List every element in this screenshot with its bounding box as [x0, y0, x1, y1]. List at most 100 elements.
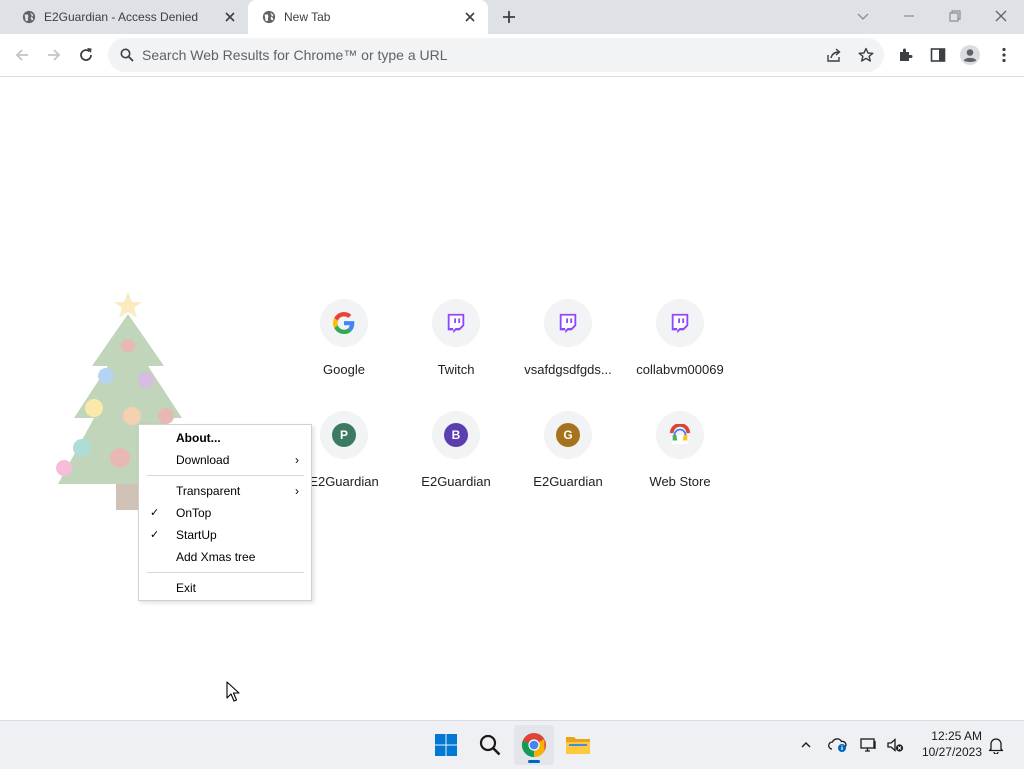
extensions-button[interactable] [894, 43, 918, 67]
twitch-icon [559, 313, 577, 334]
speaker-muted-icon [887, 738, 904, 752]
globe-icon [262, 10, 276, 24]
shortcut-label: vsafdgsdfgds... [524, 362, 612, 377]
shortcut-icon-circle [544, 299, 592, 347]
tab-search-chevron-icon[interactable] [852, 6, 874, 26]
reload-icon [80, 48, 92, 61]
menu-item-label: Transparent [176, 484, 241, 498]
tab-e2guardian[interactable]: E2Guardian - Access Denied [8, 0, 248, 34]
menu-item-transparent[interactable]: Transparent › [139, 480, 311, 502]
menu-item-download[interactable]: Download › [139, 449, 311, 471]
globe-icon [22, 10, 36, 24]
clock-date: 10/27/2023 [921, 745, 982, 759]
google-g-icon [333, 312, 355, 334]
shortcut-tile[interactable]: Twitch [400, 299, 512, 411]
minimize-icon[interactable] [898, 6, 920, 26]
shortcut-icon-circle [320, 299, 368, 347]
network-tray-button[interactable] [859, 735, 879, 755]
taskbar-clock[interactable]: 12:25 AM 10/27/2023 [914, 728, 982, 760]
shortcut-label: collabvm00069 [636, 362, 724, 377]
letter-avatar-icon: B [444, 423, 468, 447]
search-icon [479, 734, 501, 756]
share-icon[interactable] [826, 47, 842, 63]
search-icon [120, 48, 134, 62]
network-monitor-icon [860, 738, 876, 752]
menu-item-exit[interactable]: Exit [139, 577, 311, 599]
side-panel-icon [930, 48, 946, 62]
menu-item-label: Add Xmas tree [176, 550, 256, 564]
letter-avatar-icon: P [332, 423, 356, 447]
menu-item-about[interactable]: About... [139, 427, 311, 449]
notifications-button[interactable] [986, 735, 1006, 755]
shortcut-label: E2Guardian [533, 474, 603, 489]
browser-toolbar: Search Web Results for Chrome™ or type a… [0, 34, 1024, 77]
shortcut-icon-circle: P [320, 411, 368, 459]
clock-time: 12:25 AM [931, 729, 982, 743]
shortcut-icon-circle [656, 411, 704, 459]
close-window-icon[interactable] [990, 6, 1012, 26]
chevron-up-icon [801, 742, 811, 748]
puzzle-piece-icon [900, 48, 913, 61]
letter-avatar-icon: G [556, 423, 580, 447]
menu-item-label: StartUp [176, 528, 217, 542]
menu-separator [147, 572, 304, 573]
onedrive-tray-button[interactable] [828, 735, 848, 755]
active-app-indicator [528, 760, 540, 763]
menu-item-ontop[interactable]: ✓ OnTop [139, 502, 311, 524]
reload-button[interactable] [74, 43, 98, 67]
chrome-logo-icon [521, 733, 546, 757]
shortcut-tile[interactable]: Web Store [624, 411, 736, 523]
back-arrow-icon [15, 49, 28, 61]
avatar-icon [960, 45, 980, 65]
shortcut-icon-circle [656, 299, 704, 347]
shortcut-tile[interactable]: G E2Guardian [512, 411, 624, 523]
bookmark-star-icon[interactable] [858, 47, 874, 63]
tab-title: New Tab [284, 10, 331, 24]
close-icon[interactable] [222, 9, 238, 25]
menu-item-startup[interactable]: ✓ StartUp [139, 524, 311, 546]
submenu-arrow-icon: › [295, 484, 299, 498]
start-button[interactable] [426, 725, 466, 765]
menu-item-label: Exit [176, 581, 197, 595]
restore-icon[interactable] [944, 6, 966, 26]
menu-separator [147, 475, 304, 476]
taskbar-file-explorer-button[interactable] [558, 725, 598, 765]
checkmark-icon: ✓ [150, 529, 160, 541]
submenu-arrow-icon: › [295, 453, 299, 467]
chrome-web-store-icon [669, 424, 691, 445]
back-button[interactable] [10, 43, 34, 67]
kebab-menu-icon [1002, 47, 1006, 63]
omnibox[interactable]: Search Web Results for Chrome™ or type a… [108, 38, 884, 72]
windows-logo-icon [435, 734, 457, 756]
shortcut-icon-circle [432, 299, 480, 347]
shortcut-tile[interactable]: B E2Guardian [400, 411, 512, 523]
shortcut-tile[interactable]: Google [288, 299, 400, 411]
tab-new-tab[interactable]: New Tab [248, 0, 488, 34]
profile-button[interactable] [958, 43, 982, 67]
taskbar-search-button[interactable] [470, 725, 510, 765]
menu-item-label: About... [176, 431, 221, 445]
chrome-menu-button[interactable] [992, 43, 1016, 67]
new-tab-plus-icon[interactable] [500, 8, 518, 26]
twitch-icon [671, 313, 689, 334]
shortcut-label: E2Guardian [421, 474, 491, 489]
shortcut-label: Google [323, 362, 365, 377]
volume-tray-button[interactable] [885, 735, 905, 755]
tab-strip: E2Guardian - Access Denied New Tab [0, 0, 1024, 34]
cloud-info-icon [828, 738, 847, 752]
shortcut-tile[interactable]: collabvm00069 [624, 299, 736, 411]
close-icon[interactable] [462, 9, 478, 25]
show-hidden-icons-chevron[interactable] [796, 735, 816, 755]
shortcut-icon-circle: G [544, 411, 592, 459]
mouse-cursor-icon [226, 681, 240, 702]
checkmark-icon: ✓ [150, 507, 160, 519]
menu-item-add-xmas-tree[interactable]: Add Xmas tree [139, 546, 311, 568]
tab-title: E2Guardian - Access Denied [44, 10, 199, 24]
taskbar-chrome-button[interactable] [514, 725, 554, 765]
menu-item-label: OnTop [176, 506, 212, 520]
omnibox-placeholder: Search Web Results for Chrome™ or type a… [142, 47, 448, 63]
forward-button[interactable] [42, 43, 66, 67]
shortcut-tile[interactable]: vsafdgsdfgds... [512, 299, 624, 411]
side-panel-button[interactable] [926, 43, 950, 67]
folder-icon [566, 737, 590, 754]
